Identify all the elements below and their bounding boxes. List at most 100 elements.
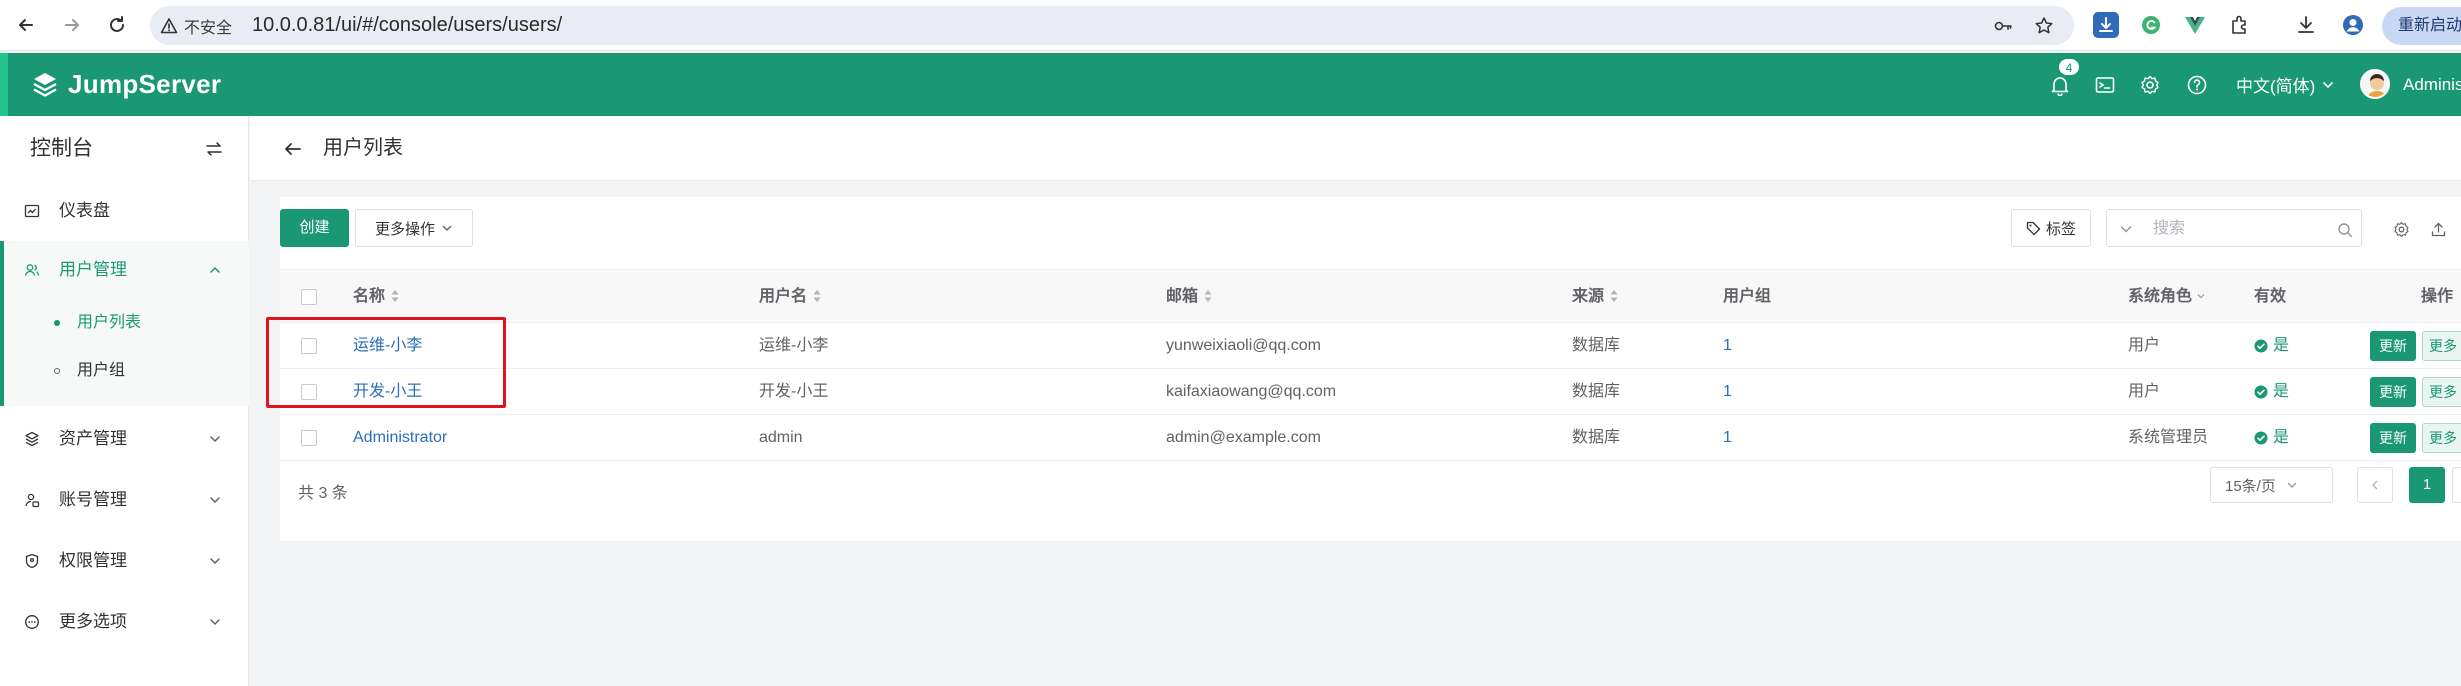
user-groups-link[interactable]: 1 <box>1723 415 1732 461</box>
terminal-icon[interactable] <box>2092 72 2118 98</box>
grammar-ext-icon[interactable] <box>2138 12 2164 38</box>
user-name-link[interactable]: Administrator <box>353 415 447 461</box>
more-circle-icon <box>22 612 42 632</box>
sidebar-item-permission-management[interactable]: 权限管理 <box>0 532 249 590</box>
extensions-icon[interactable] <box>2227 12 2253 38</box>
sidebar-item-account-management[interactable]: 账号管理 <box>0 471 249 529</box>
search-icon[interactable] <box>2337 222 2353 238</box>
sidebar-item-dashboard[interactable]: 仪表盘 <box>0 182 249 240</box>
back-icon[interactable] <box>10 9 42 41</box>
sort-icon[interactable] <box>390 289 400 303</box>
settings-gear-icon[interactable] <box>2137 72 2163 98</box>
sidebar-item-more-options[interactable]: 更多选项 <box>0 593 249 651</box>
address-bar[interactable]: 不安全 10.0.0.81/ui/#/console/users/users/ <box>150 6 2074 45</box>
browser-toolbar: 不安全 10.0.0.81/ui/#/console/users/users/ … <box>0 0 2461 51</box>
chevron-down-icon[interactable] <box>2197 289 2205 303</box>
user-list-card: 创建 更多操作 标签 搜索 名称 用户名 邮箱 来源 用户组 系统角色 有效 操… <box>280 197 2461 541</box>
sidebar-subitem-label: 用户组 <box>77 362 126 379</box>
column-header-actions: 操作 <box>2421 288 2454 305</box>
layers-icon <box>22 429 42 449</box>
user-groups-link[interactable]: 1 <box>1723 323 1732 369</box>
username-label[interactable]: Administrator <box>2403 53 2461 116</box>
source-cell: 数据库 <box>1572 429 1621 446</box>
search-input[interactable]: 搜索 <box>2106 209 2362 247</box>
column-header-system-role[interactable]: 系统角色 <box>2128 270 2205 324</box>
search-filter-dropdown-icon[interactable] <box>2119 222 2133 236</box>
url-text[interactable]: 10.0.0.81/ui/#/console/users/users/ <box>252 6 562 45</box>
chevron-down-icon <box>206 430 224 448</box>
check-circle-icon <box>2254 339 2268 353</box>
avatar[interactable] <box>2360 69 2390 99</box>
user-name-link[interactable]: 开发-小王 <box>353 369 422 415</box>
prev-page-button[interactable] <box>2357 467 2393 503</box>
vue-devtools-icon[interactable] <box>2182 12 2208 38</box>
security-label: 不安全 <box>184 19 233 37</box>
chevron-up-icon <box>206 261 224 279</box>
row-checkbox[interactable] <box>301 338 317 354</box>
email-cell: kaifaxiaowang@qq.com <box>1166 383 1337 400</box>
chevron-down-icon <box>206 552 224 570</box>
password-key-icon[interactable] <box>1991 14 2015 38</box>
sidebar-item-label: 账号管理 <box>59 490 127 509</box>
more-button[interactable]: 更多 <box>2422 423 2461 453</box>
column-settings-icon[interactable] <box>2391 219 2411 239</box>
sort-icon[interactable] <box>1203 289 1213 303</box>
check-circle-icon <box>2254 431 2268 445</box>
user-name-link[interactable]: 运维-小李 <box>353 323 422 369</box>
help-icon[interactable] <box>2184 72 2210 98</box>
page-size-select[interactable]: 15条/页 <box>2210 467 2333 503</box>
column-header-active: 有效 <box>2254 288 2287 305</box>
more-button[interactable]: 更多 <box>2422 331 2461 361</box>
select-all-checkbox[interactable] <box>301 289 317 305</box>
language-selector[interactable]: 中文(简体) <box>2236 53 2335 116</box>
next-page-button[interactable] <box>2452 467 2461 503</box>
column-header-name[interactable]: 名称 <box>353 270 400 324</box>
sidebar-header: 控制台 <box>0 116 249 182</box>
profile-icon[interactable] <box>2340 12 2366 38</box>
user-groups-link[interactable]: 1 <box>1723 369 1732 415</box>
update-button[interactable]: 更新 <box>2370 377 2416 407</box>
update-button[interactable]: 更新 <box>2370 423 2416 453</box>
forward-icon[interactable] <box>56 9 88 41</box>
page-size-label: 15条/页 <box>2225 477 2276 495</box>
sidebar-item-user-management[interactable]: 用户管理 <box>0 241 249 299</box>
downloads-icon[interactable] <box>2293 12 2319 38</box>
row-checkbox[interactable] <box>301 384 317 400</box>
table-header: 名称 用户名 邮箱 来源 用户组 系统角色 有效 操作 <box>280 269 2461 323</box>
sidebar-item-asset-management[interactable]: 资产管理 <box>0 410 249 468</box>
chevron-down-icon <box>206 491 224 509</box>
tags-button[interactable]: 标签 <box>2011 209 2091 247</box>
sort-icon[interactable] <box>812 289 822 303</box>
source-cell: 数据库 <box>1572 337 1621 354</box>
page-number-button[interactable]: 1 <box>2409 467 2445 503</box>
update-button[interactable]: 更新 <box>2370 331 2416 361</box>
table-row: 运维-小李 运维-小李 yunweixiaoli@qq.com 数据库 1 用户… <box>280 323 2461 369</box>
reload-icon[interactable] <box>101 9 133 41</box>
download-ext-icon[interactable] <box>2093 12 2119 38</box>
more-actions-button[interactable]: 更多操作 <box>355 209 473 247</box>
row-checkbox[interactable] <box>301 430 317 446</box>
create-button[interactable]: 创建 <box>280 209 349 247</box>
column-header-username[interactable]: 用户名 <box>759 270 822 324</box>
sidebar-subitem-user-list[interactable]: 用户列表 <box>0 299 249 347</box>
column-header-source[interactable]: 来源 <box>1572 270 1619 324</box>
username-cell: 运维-小李 <box>759 337 829 354</box>
sidebar-item-label: 仪表盘 <box>59 201 110 220</box>
more-actions-label: 更多操作 <box>374 220 435 238</box>
sidebar-subitem-user-groups[interactable]: 用户组 <box>0 347 249 395</box>
security-indicator[interactable]: 不安全 <box>160 6 232 45</box>
app-header: JumpServer 4 中文(简体) Administrator <box>0 53 2461 116</box>
jumpserver-logo-icon <box>33 72 57 97</box>
back-arrow-icon[interactable] <box>280 136 306 162</box>
bookmark-star-icon[interactable] <box>2032 14 2056 38</box>
search-placeholder: 搜索 <box>2153 220 2186 237</box>
export-icon[interactable] <box>2428 219 2448 239</box>
brand-logo[interactable]: JumpServer <box>30 53 221 116</box>
relaunch-button[interactable]: 重新启动 <box>2382 7 2461 45</box>
column-header-email[interactable]: 邮箱 <box>1166 270 1213 324</box>
warning-icon <box>160 17 178 33</box>
sort-icon[interactable] <box>1609 289 1619 303</box>
switch-view-icon[interactable] <box>202 137 226 161</box>
more-button[interactable]: 更多 <box>2422 377 2461 407</box>
inactive-dot-icon <box>54 368 60 374</box>
